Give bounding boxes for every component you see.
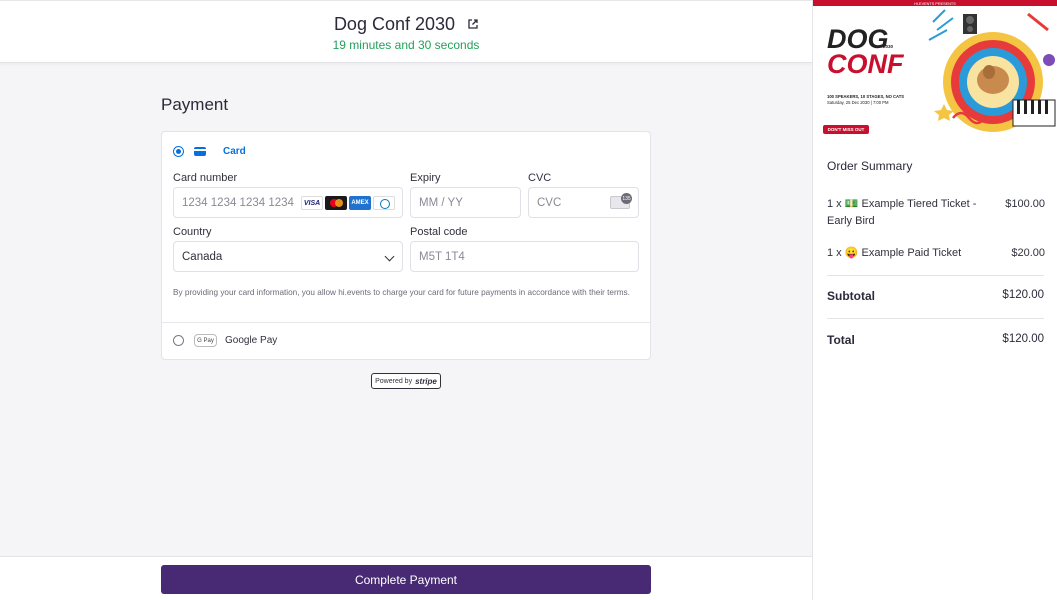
postal-code-input[interactable]: M5T 1T4	[410, 241, 639, 272]
country-value: Canada	[182, 250, 223, 263]
complete-payment-button[interactable]: Complete Payment	[161, 565, 651, 594]
countdown-timer: 19 minutes and 30 seconds	[332, 38, 480, 52]
card-radio[interactable]	[173, 145, 184, 157]
cvc-input[interactable]: CVC 135	[528, 187, 639, 218]
order-line-item: 1 x 💵 Example Tiered Ticket - Early Bird…	[827, 196, 1047, 230]
checkout-header: Dog Conf 2030 19 minutes and 30 seconds	[0, 0, 812, 63]
country-select[interactable]: Canada	[173, 241, 403, 272]
cvc-card-icon: 135	[610, 193, 632, 209]
subtotal-value: $120.00	[1002, 289, 1044, 301]
country-label: Country	[173, 226, 212, 238]
mastercard-icon	[325, 196, 347, 210]
google-pay-radio[interactable]	[173, 335, 184, 346]
event-title: Dog Conf 2030	[333, 14, 456, 34]
google-pay-label: Google Pay	[225, 335, 278, 346]
google-pay-icon: G Pay	[194, 334, 217, 347]
order-sidebar: HI.EVENTS PRESENTS DOG CONF 2030 100 SPE…	[812, 0, 1057, 600]
line-item-name: 1 x 💵 Example Tiered Ticket - Early Bird	[827, 198, 977, 227]
cvc-label: CVC	[528, 172, 552, 184]
postal-code-placeholder: M5T 1T4	[419, 250, 465, 263]
amex-icon: AMEX	[349, 196, 371, 210]
total-value: $120.00	[1002, 333, 1044, 345]
payment-option-card[interactable]: Card	[173, 144, 246, 158]
subtotal-row: Subtotal $120.00	[827, 289, 1044, 303]
total-row: Total $120.00	[827, 333, 1044, 347]
expiry-input[interactable]: MM / YY	[410, 187, 521, 218]
payment-element: Card Card number 1234 1234 1234 1234 VIS…	[161, 131, 651, 360]
total-label: Total	[827, 333, 855, 347]
card-terms-text: By providing your card information, you …	[173, 288, 630, 297]
subtotal-label: Subtotal	[827, 289, 875, 303]
powered-by-stripe-badge[interactable]: Powered by stripe	[371, 373, 441, 389]
summary-divider	[827, 275, 1044, 276]
postal-code-label: Postal code	[410, 226, 468, 238]
payment-option-google-pay[interactable]: G Pay Google Pay	[173, 334, 277, 347]
cvc-placeholder: CVC	[537, 196, 562, 209]
option-divider	[162, 322, 650, 323]
credit-card-icon	[194, 146, 206, 156]
line-item-price: $20.00	[1011, 247, 1045, 259]
banner-year: 2030	[883, 44, 894, 49]
diners-club-icon	[373, 196, 395, 210]
expiry-label: Expiry	[410, 172, 441, 184]
summary-divider	[827, 318, 1044, 319]
banner-cta: DON'T MISS OUT	[828, 127, 865, 132]
banner-tagline: 100 SPEAKERS, 10 STAGES, NO CATS	[827, 94, 904, 99]
card-option-label: Card	[223, 145, 246, 157]
stripe-logo: stripe	[415, 376, 437, 386]
card-number-placeholder: 1234 1234 1234 1234	[182, 196, 294, 209]
card-number-label: Card number	[173, 172, 238, 184]
card-number-input[interactable]: 1234 1234 1234 1234 VISA AMEX	[173, 187, 403, 218]
banner-date: Saturday, 25 Dec 2030 | 7:00 PM	[827, 100, 889, 105]
line-item-price: $100.00	[1005, 198, 1045, 210]
visa-icon: VISA	[301, 196, 323, 210]
chevron-down-icon	[384, 251, 395, 262]
payment-heading: Payment	[161, 95, 229, 114]
banner-presents: HI.EVENTS PRESENTS	[914, 2, 956, 6]
powered-by-text: Powered by	[375, 377, 413, 385]
expiry-placeholder: MM / YY	[419, 196, 463, 209]
external-link-icon[interactable]	[468, 13, 478, 34]
card-brands: VISA AMEX	[301, 196, 395, 210]
event-banner-image: HI.EVENTS PRESENTS DOG CONF 2030 100 SPE…	[813, 0, 1057, 138]
event-title-row: Dog Conf 2030	[0, 13, 812, 35]
banner-title-line2: CONF	[827, 49, 905, 79]
line-item-name: 1 x 😛 Example Paid Ticket	[827, 247, 962, 259]
checkout-main: Dog Conf 2030 19 minutes and 30 seconds …	[0, 0, 812, 600]
order-summary-title: Order Summary	[827, 159, 913, 173]
order-line-item: 1 x 😛 Example Paid Ticket $20.00	[827, 245, 1047, 262]
checkout-footer: Complete Payment	[0, 556, 812, 600]
